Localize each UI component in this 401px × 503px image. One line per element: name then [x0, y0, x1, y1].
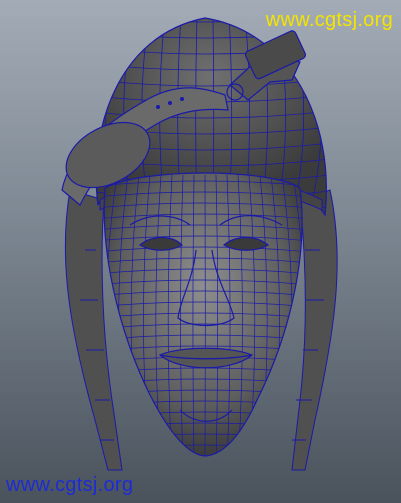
- watermark-bottom: www.cgtsj.org: [6, 474, 134, 496]
- 3d-viewport[interactable]: www.cgtsj.org www.cgtsj.org: [0, 0, 401, 503]
- wire-edge: [104, 455, 303, 456]
- wire-edge: [324, 18, 327, 215]
- watermark-top: www.cgtsj.org: [265, 9, 393, 31]
- head-wireframe-model: [61, 17, 338, 471]
- face-mesh: [103, 172, 303, 457]
